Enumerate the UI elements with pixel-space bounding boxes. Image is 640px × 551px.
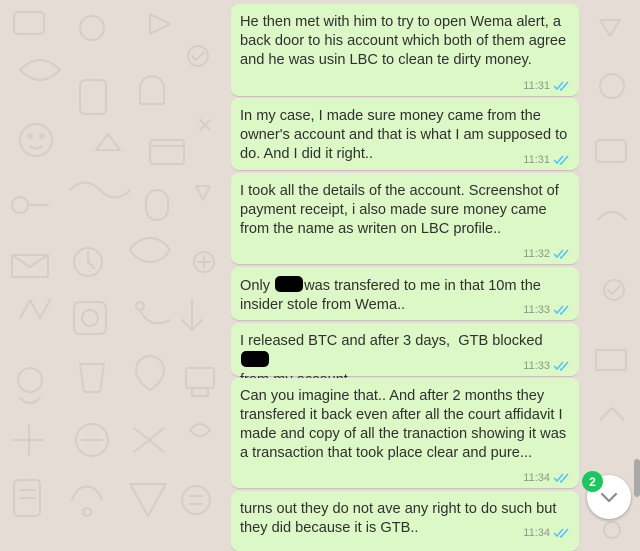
double-check-icon [553,528,569,538]
message-meta: 11:33 [523,360,570,372]
double-check-icon [553,81,569,91]
message-meta: 11:33 [523,304,570,316]
message-meta: 11:31 [523,80,570,92]
unread-count-badge: 2 [582,471,603,492]
message-time: 11:34 [523,472,550,484]
message-bubble[interactable]: He then met with him to try to open Wema… [231,4,579,96]
double-check-icon [553,305,569,315]
message-bubble[interactable]: Can you imagine that.. And after 2 month… [231,378,579,488]
message-time: 11:31 [523,80,550,92]
message-bubble[interactable]: I released BTC and after 3 days, GTB blo… [231,323,579,388]
redaction-mark [241,351,269,367]
message-meta: 11:34 [523,527,570,539]
message-time: 11:33 [523,360,550,372]
message-meta: 11:31 [523,154,570,166]
message-meta: 11:34 [523,472,570,484]
double-check-icon [553,473,569,483]
message-bubble[interactable]: In my case, I made sure money came from … [231,98,579,170]
double-check-icon [553,155,569,165]
message-bubble[interactable]: turns out they do not ave any right to d… [231,491,579,551]
double-check-icon [553,249,569,259]
message-text-start: I released BTC and after 3 days, GTB blo… [240,333,547,349]
message-time: 11:34 [523,527,550,539]
scrollbar-thumb[interactable] [634,459,640,497]
message-text: Can you imagine that.. And after 2 month… [240,388,575,461]
message-meta: 11:32 [523,248,570,260]
message-bubble[interactable]: I took all the details of the account. S… [231,173,579,264]
message-text: He then met with him to try to open Wema… [240,14,571,68]
scrollbar[interactable] [634,0,640,539]
message-time: 11:31 [523,154,550,166]
double-check-icon [553,361,569,371]
redaction-mark [275,276,304,292]
message-bubble[interactable]: Only was transfered to me in that 10m th… [231,267,579,320]
message-text: I took all the details of the account. S… [240,183,563,237]
message-text-start: Only [240,278,275,294]
message-time: 11:32 [523,248,550,260]
message-time: 11:33 [523,304,550,316]
